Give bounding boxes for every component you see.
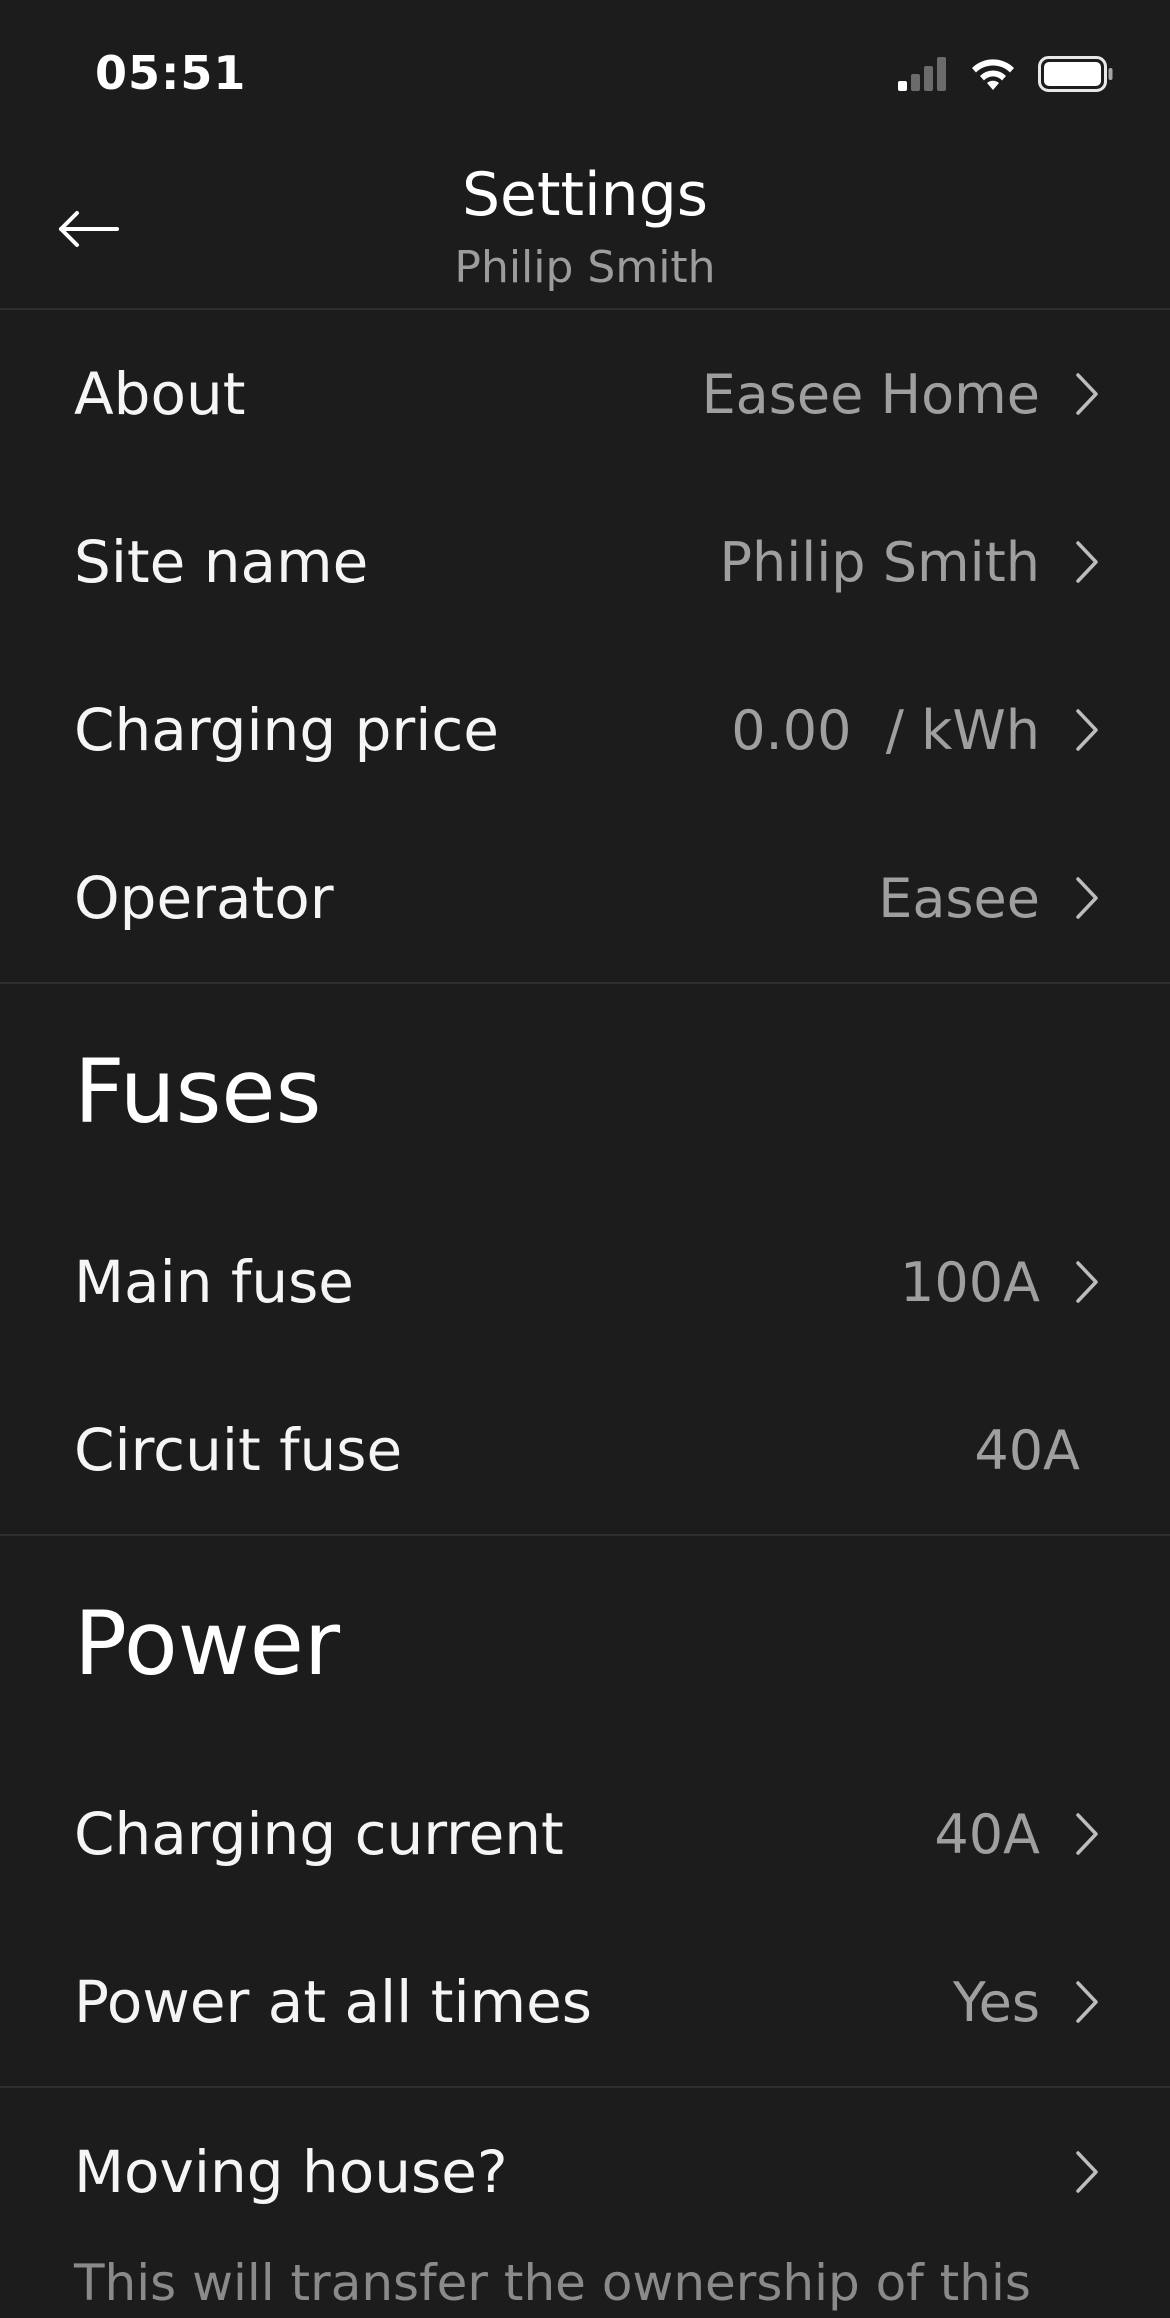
moving-house-label: Moving house? (74, 2138, 508, 2206)
site-name-value: Philip Smith (719, 530, 1040, 594)
power-at-all-times-label: Power at all times (74, 1968, 592, 2036)
wifi-icon (972, 59, 1014, 90)
operator-row[interactable]: Operator Easee (0, 814, 1170, 982)
chevron-right-icon (1076, 1981, 1098, 2023)
charging-price-value: 0.00 / kWh (731, 698, 1040, 762)
site-name-label: Site name (74, 528, 369, 596)
moving-house-row[interactable]: Moving house? (0, 2088, 1170, 2256)
charging-current-label: Charging current (74, 1800, 564, 1868)
status-bar: 05:51 (0, 0, 1170, 150)
circuit-fuse-row: Circuit fuse 40A (0, 1366, 1170, 1534)
chevron-right-icon (1076, 1813, 1098, 1855)
page-title: Settings (461, 160, 709, 230)
about-row[interactable]: About Easee Home (0, 310, 1170, 478)
cellular-signal-icon (898, 57, 946, 91)
chevron-right-icon (1076, 1261, 1098, 1303)
power-at-all-times-value: Yes (952, 1970, 1040, 2034)
main-fuse-label: Main fuse (74, 1248, 354, 1316)
main-fuse-value: 100A (899, 1250, 1040, 1314)
chevron-right-icon (1076, 373, 1098, 415)
circuit-fuse-value: 40A (974, 1418, 1080, 1482)
power-section-title: Power (74, 1591, 341, 1695)
about-value: Easee Home (701, 362, 1040, 426)
moving-house-description: This will transfer the ownership of this (74, 2254, 1031, 2312)
charging-price-row[interactable]: Charging price 0.00 / kWh (0, 646, 1170, 814)
battery-icon (1038, 56, 1113, 92)
chevron-right-icon (1076, 541, 1098, 583)
settings-header: Settings Philip Smith (0, 150, 1170, 310)
fuses-section-title: Fuses (74, 1039, 322, 1143)
chevron-right-icon (1076, 709, 1098, 751)
status-icons (898, 52, 1114, 96)
charging-price-label: Charging price (74, 696, 499, 764)
settings-list: About Easee Home Site name Philip Smith … (0, 310, 1170, 2318)
charging-current-row[interactable]: Charging current 40A (0, 1750, 1170, 1918)
operator-label: Operator (74, 864, 334, 932)
charging-current-value: 40A (934, 1802, 1040, 1866)
circuit-fuse-label: Circuit fuse (74, 1416, 403, 1484)
main-fuse-row[interactable]: Main fuse 100A (0, 1198, 1170, 1366)
status-time: 05:51 (95, 46, 247, 100)
chevron-right-icon (1076, 2151, 1098, 2193)
power-at-all-times-row[interactable]: Power at all times Yes (0, 1918, 1170, 2086)
chevron-right-icon (1076, 877, 1098, 919)
page-subtitle: Philip Smith (454, 242, 716, 293)
site-name-row[interactable]: Site name Philip Smith (0, 478, 1170, 646)
operator-value: Easee (878, 866, 1040, 930)
about-label: About (74, 360, 246, 428)
